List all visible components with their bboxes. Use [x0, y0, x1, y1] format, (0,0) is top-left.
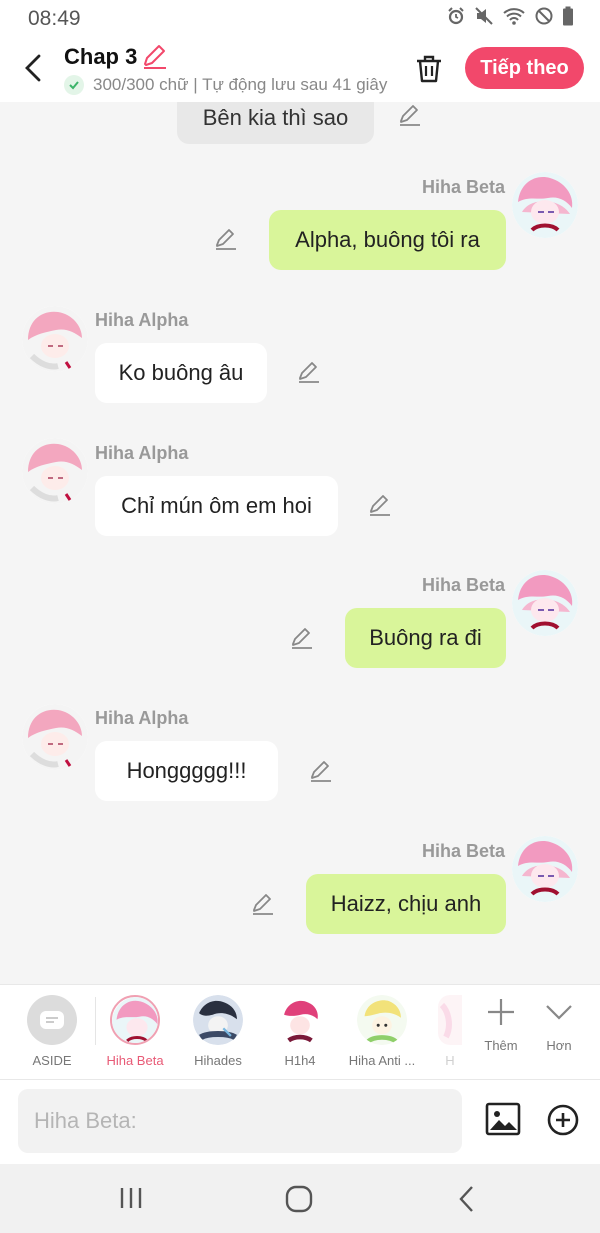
recent-apps-icon[interactable]: [118, 1184, 144, 1212]
message-input[interactable]: [18, 1089, 462, 1153]
avatar: [193, 995, 243, 1045]
edit-message-icon[interactable]: [213, 226, 239, 252]
sender-name: Hiha Beta: [421, 177, 505, 197]
sender-name: Hiha Alpha: [95, 310, 189, 330]
character-hiha-beta[interactable]: Hiha Beta: [93, 995, 177, 1068]
plus-icon: [488, 999, 514, 1025]
aside-message[interactable]: Bên kia thì sao: [177, 102, 374, 144]
message-bubble[interactable]: Honggggg!!!: [95, 741, 278, 801]
edit-aside-icon[interactable]: [397, 102, 423, 128]
home-icon[interactable]: [284, 1184, 314, 1214]
insert-image-button[interactable]: [485, 1102, 521, 1141]
message-bubble[interactable]: Ko buông âu: [95, 343, 267, 403]
composer: [0, 1080, 600, 1164]
status-time: 08:49: [28, 7, 81, 30]
avatar: [438, 995, 462, 1045]
alarm-icon: [448, 7, 464, 25]
edit-message-icon[interactable]: [289, 625, 315, 651]
expand-label: Hơn: [546, 1038, 572, 1053]
sender-name: Hiha Alpha: [95, 708, 189, 728]
avatar-hiha-beta[interactable]: [512, 570, 578, 636]
status-bar: 08:49: [0, 0, 600, 36]
trash-icon: [417, 55, 441, 83]
avatar-hiha-beta[interactable]: [512, 836, 578, 902]
save-status: 300/300 chữ | Tự động lưu sau 41 giây: [64, 74, 394, 96]
avatar: [357, 995, 407, 1045]
edit-message-icon[interactable]: [367, 492, 393, 518]
pencil-icon: [144, 45, 166, 69]
next-button[interactable]: Tiếp theo: [465, 47, 584, 89]
delete-button[interactable]: [412, 52, 446, 91]
wifi-icon: [503, 8, 525, 25]
message-bubble[interactable]: Alpha, buông tôi ra: [269, 210, 506, 270]
check-icon: [64, 75, 84, 95]
message-bubble[interactable]: Buông ra đi: [345, 608, 506, 668]
character-hihades[interactable]: Hihades: [176, 995, 260, 1068]
chapter-title[interactable]: Chap 3: [64, 44, 137, 70]
add-label: Thêm: [484, 1038, 518, 1053]
add-character-button[interactable]: Thêm: [471, 997, 531, 1053]
mute-icon: [475, 7, 493, 25]
avatar-hiha-beta[interactable]: [512, 172, 578, 238]
plus-circle-icon: [547, 1104, 579, 1136]
back-button[interactable]: [18, 50, 48, 86]
character-label: Hihades: [194, 1053, 242, 1068]
status-icons: [446, 6, 574, 26]
battery-icon: [563, 6, 573, 26]
character-aside[interactable]: ASIDE: [10, 995, 94, 1068]
chevron-down-icon: [546, 1005, 572, 1020]
add-button[interactable]: [546, 1103, 580, 1142]
character-h1h4[interactable]: H1h4: [258, 995, 342, 1068]
edit-message-icon[interactable]: [250, 891, 276, 917]
character-label: H: [445, 1053, 455, 1068]
expand-characters-button[interactable]: Hơn: [529, 997, 589, 1053]
message-bubble[interactable]: Haizz, chịu anh: [306, 874, 506, 934]
chat-area[interactable]: Bên kia thì sao Hiha Beta Alpha, buông t…: [0, 102, 600, 984]
edit-message-icon[interactable]: [308, 758, 334, 784]
sender-name: Hiha Beta: [421, 575, 505, 595]
avatar-hiha-alpha[interactable]: [22, 704, 88, 770]
avatar: [110, 995, 160, 1045]
avatar-hiha-alpha[interactable]: [22, 438, 88, 504]
back-nav-icon[interactable]: [456, 1184, 478, 1214]
sender-name: Hiha Beta: [421, 841, 505, 861]
character-label: Hiha Beta: [106, 1053, 164, 1068]
editor-header: Chap 3 300/300 chữ | Tự động lưu sau 41 …: [0, 36, 600, 102]
save-status-text: 300/300 chữ | Tự động lưu sau 41 giây: [93, 75, 388, 94]
edit-message-icon[interactable]: [296, 359, 322, 385]
chevron-left-icon: [25, 54, 41, 82]
sender-name: Hiha Alpha: [95, 443, 189, 463]
system-nav-bar: [0, 1164, 600, 1233]
no-disturb-icon: [535, 7, 553, 25]
avatar-hiha-alpha[interactable]: [22, 306, 88, 372]
character-bar: ASIDE Hiha Beta Hihades H1h4 Hiha Anti .…: [0, 984, 600, 1080]
avatar: [275, 995, 325, 1045]
character-label: H1h4: [284, 1053, 316, 1068]
image-icon: [485, 1102, 521, 1136]
message-bubble[interactable]: Chỉ mún ôm em hoi: [95, 476, 338, 536]
aside-icon: [27, 995, 77, 1045]
character-label: ASIDE: [32, 1053, 72, 1068]
edit-title-button[interactable]: [141, 44, 169, 75]
